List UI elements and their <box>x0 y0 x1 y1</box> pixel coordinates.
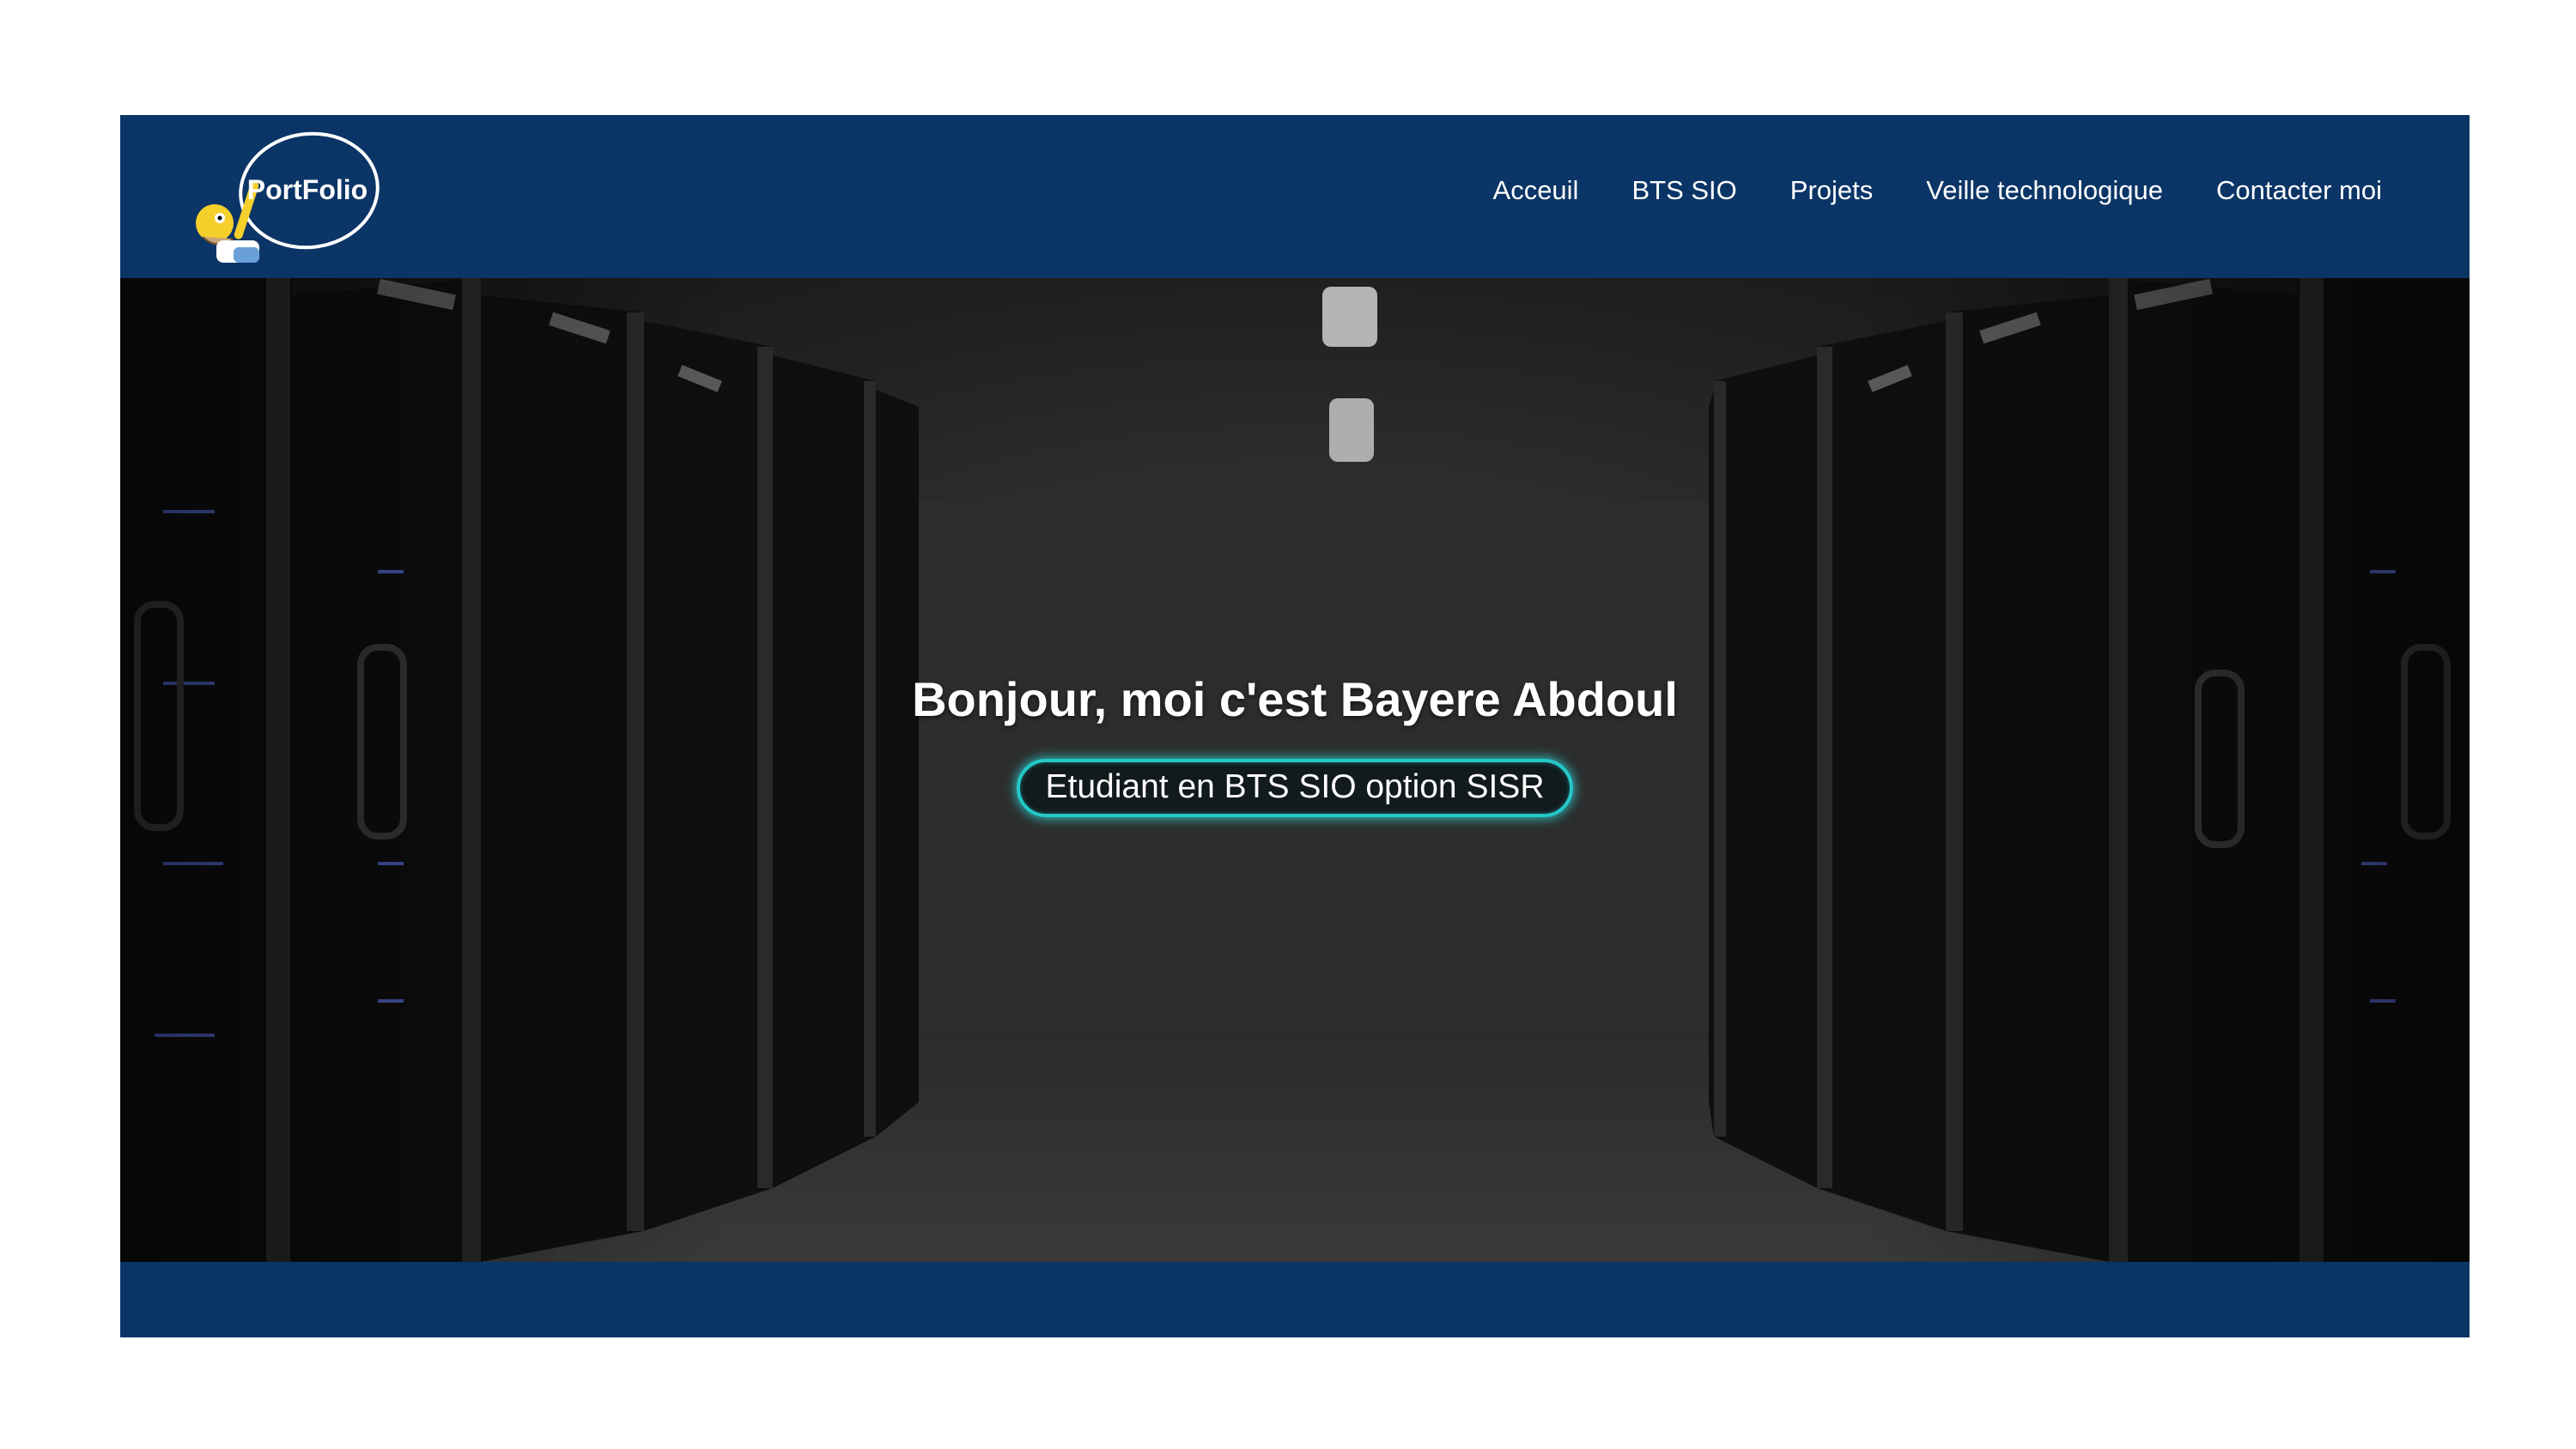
main-nav: Acceuil BTS SIO Projets Veille technolog… <box>1493 177 2382 203</box>
hero-title: Bonjour, moi c'est Bayere Abdoul <box>912 672 1678 726</box>
site-header: PortFolio Acceuil BTS SIO Projets Veille… <box>120 115 2470 278</box>
logo-text: PortFolio <box>247 174 368 205</box>
hero-subtitle-badge: Etudiant en BTS SIO option SISR <box>1016 758 1574 818</box>
nav-link-acceuil[interactable]: Acceuil <box>1493 177 1579 203</box>
hero-content: Bonjour, moi c'est Bayere Abdoul Etudian… <box>120 672 2470 818</box>
footer-band <box>120 1262 2470 1337</box>
hero-section: Bonjour, moi c'est Bayere Abdoul Etudian… <box>120 278 2470 1262</box>
nav-link-bts-sio[interactable]: BTS SIO <box>1631 177 1736 203</box>
portfolio-logo[interactable]: PortFolio <box>182 122 388 273</box>
nav-link-contacter-moi[interactable]: Contacter moi <box>2216 177 2382 203</box>
nav-link-veille-technologique[interactable]: Veille technologique <box>1926 177 2163 203</box>
nav-link-projets[interactable]: Projets <box>1790 177 1873 203</box>
page-frame: PortFolio Acceuil BTS SIO Projets Veille… <box>120 115 2470 1337</box>
